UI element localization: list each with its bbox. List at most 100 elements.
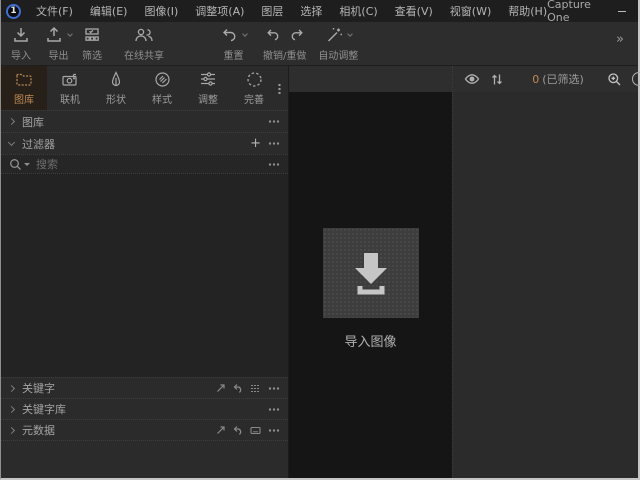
share-button[interactable]: 在线共享 <box>124 24 164 64</box>
list-icon[interactable] <box>250 384 261 393</box>
menu-camera[interactable]: 相机(C) <box>339 3 377 19</box>
chevron-right-icon <box>8 118 15 125</box>
export-button[interactable]: 导出 <box>45 24 72 64</box>
import-button[interactable]: 导入 <box>11 24 31 64</box>
reset-button[interactable]: 重置 <box>220 24 247 64</box>
menu-adjustments[interactable]: 调整项(A) <box>195 3 244 19</box>
share-label: 在线共享 <box>124 47 164 62</box>
search-input[interactable] <box>36 158 268 171</box>
tab-shapes[interactable]: 形状 <box>93 66 139 110</box>
tab-library[interactable]: 图库 <box>1 66 47 110</box>
revert-icon[interactable] <box>233 383 243 393</box>
main-toolbar: 导入 导出 筛选 在线共享 重置 <box>1 22 638 66</box>
filters-panel-title: 过滤器 <box>22 136 55 152</box>
menu-view[interactable]: 查看(V) <box>395 3 433 19</box>
wand-icon <box>325 25 352 45</box>
search-icon[interactable] <box>9 158 30 171</box>
undo-redo-button[interactable]: 撤销/重做 <box>263 24 306 64</box>
download-icon <box>347 250 395 296</box>
image-count-suffix: (已筛选) <box>542 73 584 86</box>
minimize-icon <box>618 11 626 12</box>
thumbnail-size-icon[interactable] <box>632 72 640 86</box>
export-label: 导出 <box>49 47 69 62</box>
browser-toolbar: 0(已筛选) <box>453 66 638 92</box>
app-title: Capture One <box>547 0 591 24</box>
keywords-panel-title: 关键字 <box>22 380 55 396</box>
more-icon[interactable] <box>268 142 280 145</box>
keywords-panel-header[interactable]: 关键字 <box>1 377 288 398</box>
viewer-area: 导入图像 <box>289 92 452 478</box>
eye-icon[interactable] <box>464 73 480 85</box>
auto-adjust-button[interactable]: 自动调整 <box>318 24 358 64</box>
keyword-library-panel-header[interactable]: 关键字库 <box>1 398 288 419</box>
more-icon[interactable] <box>268 408 280 411</box>
cull-button[interactable]: 筛选 <box>82 24 102 64</box>
viewer-toolbar <box>289 66 452 92</box>
keyboard-icon[interactable] <box>250 426 261 435</box>
import-icon <box>12 25 30 45</box>
tab-library-label: 图库 <box>14 91 34 106</box>
more-icon[interactable] <box>268 163 280 166</box>
metadata-panel-header[interactable]: 元数据 <box>1 419 288 440</box>
menu-file[interactable]: 文件(F) <box>36 3 73 19</box>
library-panel-header[interactable]: 图库 <box>1 110 288 132</box>
styles-icon <box>154 70 171 88</box>
filters-content-empty <box>1 173 288 377</box>
tabs-more-button[interactable] <box>278 66 281 110</box>
menu-image[interactable]: 图像(I) <box>144 3 178 19</box>
import-images-label: 导入图像 <box>344 331 396 350</box>
zoom-icon[interactable] <box>607 72 622 87</box>
metadata-panel-title: 元数据 <box>22 422 55 438</box>
tab-shapes-label: 形状 <box>106 91 126 106</box>
tab-refine[interactable]: 完善 <box>231 66 277 110</box>
add-filter-button[interactable]: + <box>250 137 261 150</box>
image-count: 0(已筛选) <box>509 71 607 87</box>
image-count-value: 0 <box>532 73 539 86</box>
menu-window[interactable]: 视窗(W) <box>450 3 491 19</box>
window-controls: × <box>609 0 640 22</box>
reset-label: 重置 <box>224 47 244 62</box>
search-scope-caret-icon[interactable] <box>24 163 30 166</box>
tab-capture[interactable]: 联机 <box>47 66 93 110</box>
copy-apply-icon[interactable] <box>216 383 226 393</box>
sort-icon[interactable] <box>490 73 504 86</box>
dashed-circle-icon <box>246 70 263 88</box>
redo-icon[interactable] <box>289 27 305 43</box>
viewer: 导入图像 <box>288 66 452 478</box>
import-label: 导入 <box>11 47 31 62</box>
filters-panel-header[interactable]: 过滤器 + <box>1 132 288 154</box>
more-icon[interactable] <box>268 387 280 390</box>
titlebar: 1 文件(F) 编辑(E) 图像(I) 调整项(A) 图层 选择 相机(C) 查… <box>1 0 638 22</box>
auto-adjust-label: 自动调整 <box>318 47 358 62</box>
toolbar-overflow-button[interactable]: » <box>616 32 624 47</box>
minimize-button[interactable] <box>609 0 635 22</box>
menu-layers[interactable]: 图层 <box>261 3 283 19</box>
menubar: 文件(F) 编辑(E) 图像(I) 调整项(A) 图层 选择 相机(C) 查看(… <box>36 3 547 19</box>
browser: 0(已筛选) <box>452 66 638 478</box>
more-icon[interactable] <box>268 120 280 123</box>
chevron-down-icon <box>8 139 15 146</box>
tab-styles[interactable]: 样式 <box>139 66 185 110</box>
browser-area-empty <box>453 92 638 478</box>
search-bar <box>1 154 288 173</box>
menu-edit[interactable]: 编辑(E) <box>90 3 128 19</box>
more-icon[interactable] <box>268 429 280 432</box>
tab-capture-label: 联机 <box>60 91 80 106</box>
camera-icon <box>61 70 79 88</box>
undo-redo-label: 撤销/重做 <box>263 47 306 62</box>
revert-icon[interactable] <box>233 425 243 435</box>
menu-select[interactable]: 选择 <box>300 3 322 19</box>
copy-apply-icon[interactable] <box>216 425 226 435</box>
undo-icon[interactable] <box>265 27 281 43</box>
tab-adjust[interactable]: 调整 <box>185 66 231 110</box>
capture-one-window: 1 文件(F) 编辑(E) 图像(I) 调整项(A) 图层 选择 相机(C) 查… <box>0 0 640 480</box>
app-logo-icon: 1 <box>6 4 21 19</box>
reset-icon <box>220 25 247 45</box>
menu-help[interactable]: 帮助(H) <box>508 3 547 19</box>
tab-adjust-label: 调整 <box>198 91 218 106</box>
import-images-button[interactable] <box>323 228 419 318</box>
people-icon <box>133 25 155 45</box>
folder-icon <box>15 70 33 88</box>
maximize-button[interactable] <box>635 0 640 22</box>
app-logo-text: 1 <box>10 6 16 16</box>
